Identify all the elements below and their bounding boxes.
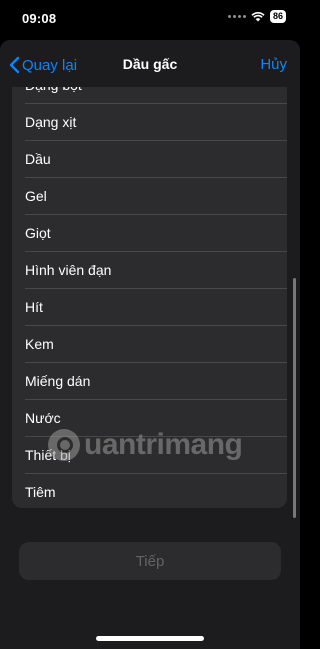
watermark-text: uantrimang bbox=[84, 428, 243, 461]
navigation-bar: Quay lại Dầu gấc Hủy bbox=[0, 45, 300, 87]
list-item[interactable]: Gel bbox=[12, 177, 287, 214]
list-item[interactable]: Dạng bột bbox=[12, 87, 287, 103]
cancel-button[interactable]: Hủy bbox=[260, 56, 287, 73]
continue-button[interactable]: Tiếp bbox=[19, 542, 281, 580]
list-item[interactable]: Miếng dán bbox=[12, 362, 287, 399]
watermark: uantrimang bbox=[48, 428, 243, 462]
status-icons: 86 bbox=[227, 10, 286, 23]
list-item[interactable]: Hình viên đạn bbox=[12, 251, 287, 288]
status-bar: 09:08 86 bbox=[0, 0, 300, 36]
list-item[interactable]: Hít bbox=[12, 288, 287, 325]
battery-icon: 86 bbox=[269, 10, 286, 23]
scrollbar[interactable] bbox=[293, 278, 296, 518]
home-indicator bbox=[96, 636, 204, 641]
status-time: 09:08 bbox=[22, 11, 57, 26]
cellular-signal-icon bbox=[227, 15, 246, 18]
list-item[interactable]: Tiêm bbox=[12, 473, 287, 508]
wifi-icon bbox=[251, 12, 265, 22]
list-item[interactable]: Dạng xịt bbox=[12, 103, 287, 140]
watermark-logo-icon bbox=[48, 429, 80, 461]
list-item[interactable]: Giọt bbox=[12, 214, 287, 251]
list-item[interactable]: Dầu bbox=[12, 140, 287, 177]
page-title: Dầu gấc bbox=[122, 56, 178, 72]
list-item[interactable]: Kem bbox=[12, 325, 287, 362]
